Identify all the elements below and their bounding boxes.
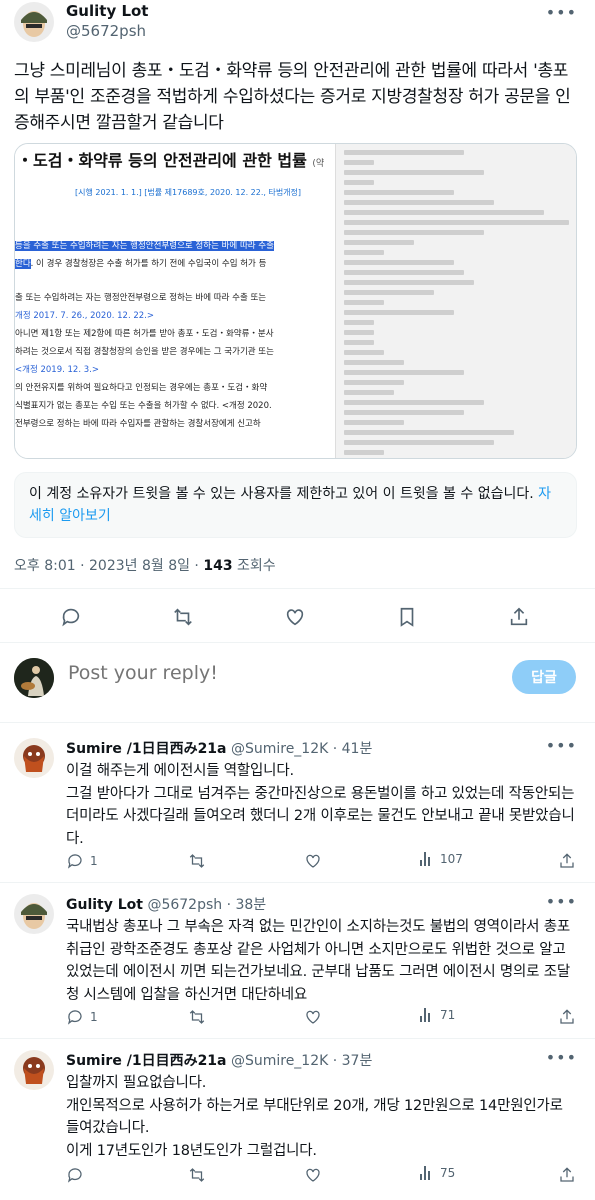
analytics-icon bbox=[420, 852, 434, 866]
doc-subtitle: [시행 2021. 1. 1.] [법률 제17689호, 2020. 12. … bbox=[75, 188, 302, 197]
retweet-icon[interactable] bbox=[188, 852, 206, 870]
law-document-excerpt: ・도검・화약류 등의 안전관리에 관한 법률 (약 [시행 2021. 1. 1… bbox=[15, 144, 335, 458]
reply-author-avatar[interactable] bbox=[14, 738, 54, 778]
reply-text: 입찰까지 필요없습니다. 개인목적으로 사용허가 하는거로 부대단위로 20개,… bbox=[66, 1075, 563, 1159]
reply-author-name[interactable]: Sumire /1日目西み21a bbox=[66, 741, 227, 757]
reply-text: 이걸 해주는게 에이전시들 역할입니다. 그걸 받아다가 그대로 넘겨주는 중간… bbox=[66, 763, 575, 847]
reply-tweet[interactable]: Gulity Lot @5672psh · 38분 ••• 국내법상 총포나 그… bbox=[0, 892, 595, 1032]
author-avatar[interactable] bbox=[14, 2, 54, 42]
like-icon[interactable] bbox=[304, 1008, 322, 1026]
reply-action[interactable] bbox=[66, 1166, 90, 1184]
reply-tweet[interactable]: Sumire /1日目西み21a @Sumire_12K · 37분 ••• 입… bbox=[0, 1048, 595, 1198]
views-label: 조회수 bbox=[232, 558, 276, 574]
share-icon[interactable] bbox=[506, 604, 532, 630]
bookmark-icon[interactable] bbox=[394, 604, 420, 630]
divider bbox=[0, 1038, 595, 1039]
tweet-text: 그냥 스미레님이 총포・도검・화약류 등의 안전관리에 관한 법률에 따라서 '… bbox=[14, 61, 571, 133]
like-icon[interactable] bbox=[282, 604, 308, 630]
reply-button[interactable]: 답글 bbox=[512, 660, 576, 694]
tweet-image[interactable]: ・도검・화약류 등의 안전관리에 관한 법률 (약 [시행 2021. 1. 1… bbox=[14, 143, 577, 459]
view-count: 71 bbox=[440, 1008, 456, 1022]
notice-text: 이 계정 소유자가 트윗을 볼 수 있는 사용자를 제한하고 있어 이 트윗을 … bbox=[29, 486, 534, 502]
reply-action[interactable]: 1 bbox=[66, 1008, 98, 1026]
doc-line: . 이 경우 경찰청장은 수출 허가를 하기 전에 수입국이 수입 허가 등 bbox=[30, 259, 267, 269]
doc-line: 하려는 것으로서 직접 경찰청장의 승인을 받은 경우에는 그 국가기관 또는 bbox=[15, 347, 274, 357]
doc-line: 아니면 제1항 또는 제2항에 따른 허가를 받아 총포・도검・화약류・분사 bbox=[15, 329, 274, 339]
reply-author-name[interactable]: Gulity Lot bbox=[66, 897, 143, 913]
reply-text: 국내법상 총포나 그 부속은 자격 없는 민간인이 소지하는것도 불법의 영역이… bbox=[66, 919, 570, 1003]
tweet-timestamp[interactable]: 오후 8:01 · 2023년 8월 8일 · bbox=[14, 558, 203, 574]
reply-action[interactable]: 1 bbox=[66, 852, 98, 870]
retweet-icon[interactable] bbox=[188, 1166, 206, 1184]
analytics-icon bbox=[420, 1008, 434, 1022]
doc-line: 개정 2017. 7. 26., 2020. 12. 22.> bbox=[15, 311, 155, 321]
restricted-tweet-notice: 이 계정 소유자가 트윗을 볼 수 있는 사용자를 제한하고 있어 이 트윗을 … bbox=[14, 472, 577, 538]
reply-count: 1 bbox=[90, 1010, 98, 1024]
doc-highlight-word: 한다 bbox=[15, 259, 31, 269]
more-options-icon[interactable]: ••• bbox=[546, 736, 577, 755]
retweet-icon[interactable] bbox=[170, 604, 196, 630]
reply-author-handle[interactable]: @Sumire_12K bbox=[231, 741, 328, 757]
views-action[interactable]: 71 bbox=[420, 1008, 455, 1022]
retweet-icon[interactable] bbox=[188, 1008, 206, 1026]
like-icon[interactable] bbox=[304, 852, 322, 870]
views-action[interactable]: 75 bbox=[420, 1166, 455, 1180]
reply-time[interactable]: · 37분 bbox=[333, 1053, 373, 1069]
like-icon[interactable] bbox=[304, 1166, 322, 1184]
reply-count: 1 bbox=[90, 854, 98, 868]
tweet-meta: 오후 8:01 · 2023년 8월 8일 · 143 조회수 bbox=[14, 555, 276, 575]
reply-input[interactable] bbox=[68, 662, 488, 684]
author-name[interactable]: Gulity Lot bbox=[66, 2, 148, 20]
reply-author-handle[interactable]: @Sumire_12K bbox=[231, 1053, 328, 1069]
reply-time[interactable]: · 41분 bbox=[333, 741, 373, 757]
share-icon[interactable] bbox=[558, 1166, 576, 1184]
reply-icon[interactable] bbox=[58, 604, 84, 630]
law-table-excerpt bbox=[335, 144, 576, 458]
view-count: 107 bbox=[440, 852, 463, 866]
view-count: 75 bbox=[440, 1166, 456, 1180]
reply-author-name[interactable]: Sumire /1日目西み21a bbox=[66, 1053, 227, 1069]
doc-line: 의 안전유지를 위하여 필요하다고 인정되는 경우에는 총포・도검・화약 bbox=[15, 383, 268, 393]
views-action[interactable]: 107 bbox=[420, 852, 463, 866]
reply-author-avatar[interactable] bbox=[14, 894, 54, 934]
current-user-avatar[interactable] bbox=[14, 658, 54, 698]
divider bbox=[0, 882, 595, 883]
doc-line: <개정 2019. 12. 3.> bbox=[15, 365, 99, 375]
more-options-icon[interactable]: ••• bbox=[546, 1048, 577, 1067]
reply-author-handle[interactable]: @5672psh bbox=[147, 897, 222, 913]
reply-time[interactable]: · 38분 bbox=[227, 897, 267, 913]
doc-title: ・도검・화약류 등의 안전관리에 관한 법률 (약 bbox=[17, 151, 325, 170]
doc-line: 출 또는 수입하려는 자는 행정안전부령으로 정하는 바에 따라 수출 또는 bbox=[15, 293, 267, 303]
share-icon[interactable] bbox=[558, 1008, 576, 1026]
doc-line: 전부령으로 정하는 바에 따라 수입자를 관할하는 경찰서장에게 신고하 bbox=[15, 419, 261, 429]
views-count: 143 bbox=[203, 558, 233, 574]
divider bbox=[0, 588, 595, 589]
doc-highlight-line: 등을 수출 또는 수입하려는 자는 행정안전부령으로 정하는 바에 따라 수출 bbox=[15, 241, 274, 251]
more-options-icon[interactable]: ••• bbox=[546, 892, 577, 911]
more-options-icon[interactable]: ••• bbox=[546, 3, 577, 22]
divider bbox=[0, 642, 595, 643]
share-icon[interactable] bbox=[558, 852, 576, 870]
reply-author-avatar[interactable] bbox=[14, 1050, 54, 1090]
doc-line: 식별표지가 없는 총포는 수입 또는 수출을 허가할 수 없다. <개정 202… bbox=[15, 401, 272, 411]
divider bbox=[0, 722, 595, 723]
analytics-icon bbox=[420, 1166, 434, 1180]
reply-tweet[interactable]: Sumire /1日目西み21a @Sumire_12K · 41분 ••• 이… bbox=[0, 736, 595, 876]
author-handle[interactable]: @5672psh bbox=[66, 22, 146, 40]
